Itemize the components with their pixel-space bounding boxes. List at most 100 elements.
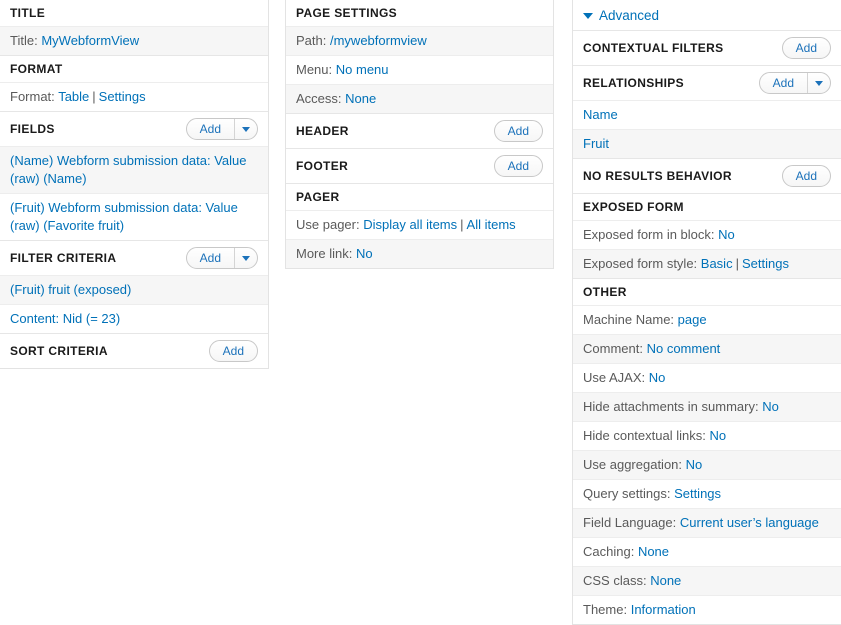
add-button-filter-criteria[interactable]: Add — [186, 247, 258, 269]
section-title: FOOTER — [296, 159, 348, 173]
add-button-fields[interactable]: Add — [186, 118, 258, 140]
settings-row: Title: MyWebformView — [0, 26, 268, 55]
settings-row: Name — [573, 100, 841, 129]
section-header-fields: FIELDSAdd — [0, 111, 268, 146]
row-link-no[interactable]: No — [649, 370, 666, 385]
settings-row: Field Language: Current user’s language — [573, 508, 841, 537]
row-label: Caching: — [583, 544, 634, 559]
add-button-label: Add — [783, 166, 830, 186]
views-column-middle: PAGE SETTINGSPath: /mywebformviewMenu: N… — [285, 0, 554, 269]
row-link-name-webform-submission-data-value-raw-n[interactable]: (Name) Webform submission data: Value (r… — [10, 153, 247, 186]
row-label: Menu: — [296, 62, 332, 77]
settings-row: Path: /mywebformview — [286, 26, 553, 55]
section-title: HEADER — [296, 124, 349, 138]
row-label: Comment: — [583, 341, 643, 356]
add-button-label: Add — [210, 341, 257, 361]
section-title: RELATIONSHIPS — [583, 76, 684, 90]
section-header-filter-criteria: FILTER CRITERIAAdd — [0, 240, 268, 275]
settings-row: Menu: No menu — [286, 55, 553, 84]
row-link-information[interactable]: Information — [631, 602, 696, 617]
row-link-settings[interactable]: Settings — [674, 486, 721, 501]
row-separator: | — [457, 217, 466, 232]
add-button-label: Add — [760, 73, 807, 93]
row-separator: | — [733, 256, 742, 271]
row-link-fruit-fruit-exposed[interactable]: (Fruit) fruit (exposed) — [10, 282, 131, 297]
row-link-fruit-webform-submission-data-value-raw-[interactable]: (Fruit) Webform submission data: Value (… — [10, 200, 238, 233]
row-label: Query settings: — [583, 486, 670, 501]
settings-row: More link: No — [286, 239, 553, 268]
row-link-name[interactable]: Name — [583, 107, 618, 122]
section-header-page-settings: PAGE SETTINGS — [286, 0, 553, 26]
advanced-toggle[interactable]: Advanced — [573, 0, 841, 30]
row-label: Exposed form in block: — [583, 227, 715, 242]
row-separator: | — [89, 89, 98, 104]
row-link-page[interactable]: page — [678, 312, 707, 327]
add-button-label: Add — [783, 38, 830, 58]
row-link-fruit[interactable]: Fruit — [583, 136, 609, 151]
row-label: Hide contextual links: — [583, 428, 706, 443]
add-button-header[interactable]: Add — [494, 120, 543, 142]
row-label: Hide attachments in summary: — [583, 399, 759, 414]
add-button-sort-criteria[interactable]: Add — [209, 340, 258, 362]
row-link-content-nid-23[interactable]: Content: Nid (= 23) — [10, 311, 120, 326]
section-header-exposed-form: EXPOSED FORM — [573, 193, 841, 220]
row-link-no[interactable]: No — [356, 246, 373, 261]
views-column-right: Advanced CONTEXTUAL FILTERS Add RELATIONSHI… — [572, 0, 841, 625]
chevron-down-icon — [815, 81, 823, 86]
settings-row: (Fruit) Webform submission data: Value (… — [0, 193, 268, 240]
add-button-label: Add — [495, 156, 542, 176]
section-header-pager: PAGER — [286, 183, 553, 210]
row-link-basic[interactable]: Basic — [701, 256, 733, 271]
section-header-contextual-filters: CONTEXTUAL FILTERS Add — [573, 30, 841, 65]
add-button-dropdown-toggle[interactable] — [234, 248, 257, 268]
row-link-current-user-s-language[interactable]: Current user’s language — [680, 515, 819, 530]
row-link-no[interactable]: No — [709, 428, 726, 443]
row-link-no[interactable]: No — [686, 457, 703, 472]
add-button-no-results-behavior[interactable]: Add — [782, 165, 831, 187]
settings-row: Format: Table|Settings — [0, 82, 268, 111]
add-button-dropdown-toggle[interactable] — [234, 119, 257, 139]
advanced-label: Advanced — [599, 8, 659, 23]
row-link-all-items[interactable]: All items — [467, 217, 516, 232]
row-link-no[interactable]: No — [762, 399, 779, 414]
settings-row: Hide attachments in summary: No — [573, 392, 841, 421]
section-header-footer: FOOTER Add — [286, 148, 553, 183]
row-label: Use aggregation: — [583, 457, 682, 472]
row-link-no[interactable]: No — [718, 227, 735, 242]
settings-row: Access: None — [286, 84, 553, 113]
row-link-none[interactable]: None — [345, 91, 376, 106]
row-link-settings[interactable]: Settings — [742, 256, 789, 271]
section-title: EXPOSED FORM — [583, 200, 684, 214]
add-button-contextual-filters[interactable]: Add — [782, 37, 831, 59]
row-link-table[interactable]: Table — [58, 89, 89, 104]
settings-row: Content: Nid (= 23) — [0, 304, 268, 333]
settings-row: Hide contextual links: No — [573, 421, 841, 450]
row-link-no-comment[interactable]: No comment — [647, 341, 721, 356]
add-button-footer[interactable]: Add — [494, 155, 543, 177]
chevron-down-icon — [242, 127, 250, 132]
section-title: CONTEXTUAL FILTERS — [583, 41, 724, 55]
add-button-dropdown-toggle[interactable] — [807, 73, 830, 93]
settings-row: Exposed form style: Basic|Settings — [573, 249, 841, 278]
row-link-display-all-items[interactable]: Display all items — [363, 217, 457, 232]
row-label: Title: — [10, 33, 38, 48]
section-header-no-results-behavior: NO RESULTS BEHAVIOR Add — [573, 158, 841, 193]
views-column-left: TITLETitle: MyWebformViewFORMATFormat: T… — [0, 0, 269, 369]
section-header-title: TITLE — [0, 0, 268, 26]
row-label: Use AJAX: — [583, 370, 645, 385]
row-link-none[interactable]: None — [638, 544, 669, 559]
add-button-relationships[interactable]: Add — [759, 72, 831, 94]
row-link-settings[interactable]: Settings — [99, 89, 146, 104]
section-title: NO RESULTS BEHAVIOR — [583, 169, 732, 183]
add-button-label: Add — [495, 121, 542, 141]
row-link-none[interactable]: None — [650, 573, 681, 588]
row-link-no-menu[interactable]: No menu — [336, 62, 389, 77]
row-link-mywebformview[interactable]: /mywebformview — [330, 33, 427, 48]
settings-row: Query settings: Settings — [573, 479, 841, 508]
row-link-mywebformview[interactable]: MyWebformView — [41, 33, 139, 48]
settings-row: Machine Name: page — [573, 305, 841, 334]
section-header-format: FORMAT — [0, 55, 268, 82]
settings-row: Exposed form in block: No — [573, 220, 841, 249]
section-title: TITLE — [10, 6, 45, 20]
settings-row: Use aggregation: No — [573, 450, 841, 479]
